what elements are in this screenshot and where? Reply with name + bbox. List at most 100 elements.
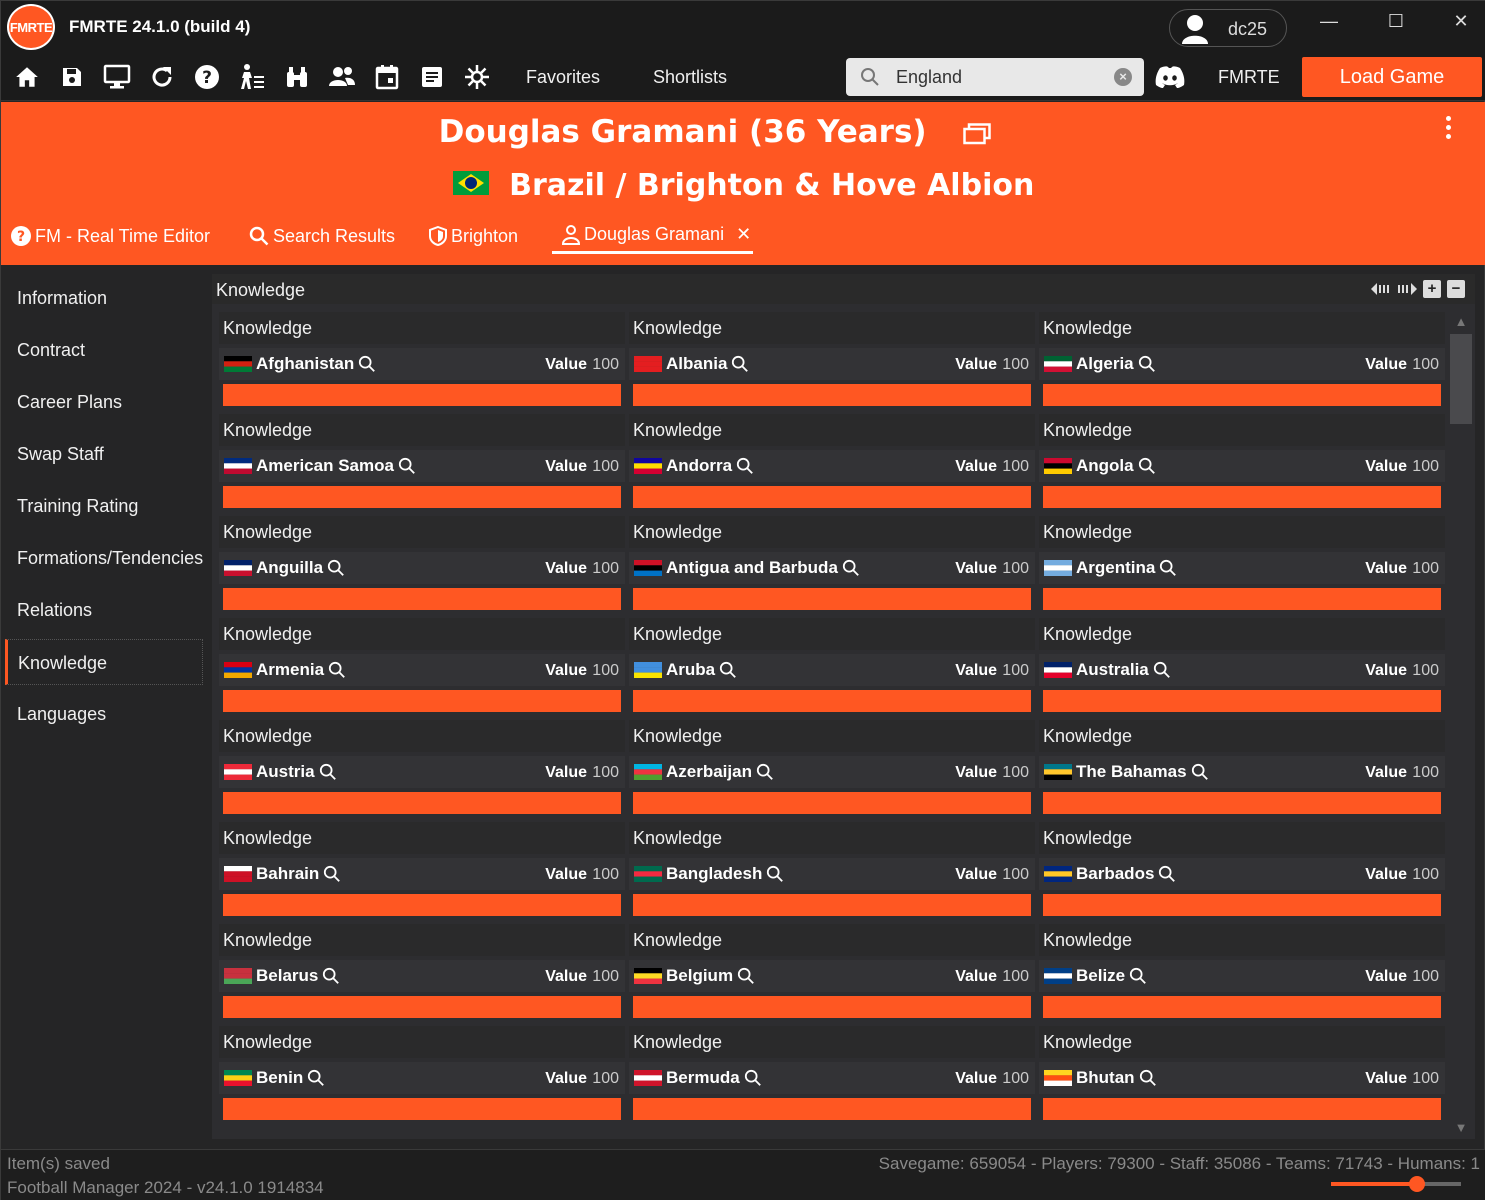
open-window-icon[interactable] bbox=[963, 122, 992, 145]
knowledge-bar[interactable] bbox=[633, 996, 1031, 1018]
sidebar-item-training-rating[interactable]: Training Rating bbox=[5, 483, 203, 529]
search-icon[interactable] bbox=[328, 661, 346, 679]
search-icon[interactable] bbox=[1159, 559, 1177, 577]
sidebar-item-contract[interactable]: Contract bbox=[5, 327, 203, 373]
tab-real-time-editor[interactable]: ? FM - Real Time Editor bbox=[11, 218, 210, 254]
search-icon[interactable] bbox=[744, 1069, 762, 1087]
monitor-icon[interactable] bbox=[103, 63, 131, 91]
search-icon[interactable] bbox=[319, 763, 337, 781]
knowledge-bar[interactable] bbox=[223, 792, 621, 814]
favorites-link[interactable]: Favorites bbox=[526, 67, 600, 88]
clear-search-icon[interactable]: × bbox=[1114, 68, 1132, 86]
help-icon[interactable]: ? bbox=[193, 63, 221, 91]
knowledge-bar[interactable] bbox=[1043, 690, 1441, 712]
knowledge-bar[interactable] bbox=[1043, 894, 1441, 916]
country-name[interactable]: Angola bbox=[1076, 456, 1156, 476]
knowledge-bar[interactable] bbox=[633, 792, 1031, 814]
notes-icon[interactable] bbox=[418, 63, 446, 91]
search-icon[interactable] bbox=[731, 355, 749, 373]
search-icon[interactable] bbox=[1139, 1069, 1157, 1087]
scroll-up-icon[interactable]: ▲ bbox=[1450, 312, 1472, 332]
country-name[interactable]: Bermuda bbox=[666, 1068, 762, 1088]
zoom-slider-knob[interactable] bbox=[1408, 1176, 1425, 1192]
tab-douglas-gramani[interactable]: Douglas Gramani ✕ bbox=[552, 218, 753, 254]
country-name[interactable]: Azerbaijan bbox=[666, 762, 774, 782]
fmrte-link[interactable]: FMRTE bbox=[1218, 67, 1280, 88]
sidebar-item-swap-staff[interactable]: Swap Staff bbox=[5, 431, 203, 477]
shortlists-link[interactable]: Shortlists bbox=[653, 67, 727, 88]
knowledge-bar[interactable] bbox=[223, 384, 621, 406]
country-name[interactable]: Afghanistan bbox=[256, 354, 376, 374]
binoculars-icon[interactable] bbox=[283, 63, 311, 91]
search-icon[interactable] bbox=[1191, 763, 1209, 781]
country-name[interactable]: Benin bbox=[256, 1068, 325, 1088]
search-icon[interactable] bbox=[736, 457, 754, 475]
calendar-icon[interactable] bbox=[373, 63, 401, 91]
country-name[interactable]: Armenia bbox=[256, 660, 346, 680]
search-icon[interactable] bbox=[398, 457, 416, 475]
knowledge-bar[interactable] bbox=[1043, 1098, 1441, 1120]
knowledge-bar[interactable] bbox=[1043, 996, 1441, 1018]
country-name[interactable]: American Samoa bbox=[256, 456, 416, 476]
sidebar-item-knowledge[interactable]: Knowledge bbox=[5, 639, 203, 685]
country-name[interactable]: Australia bbox=[1076, 660, 1171, 680]
search-icon[interactable] bbox=[1153, 661, 1171, 679]
knowledge-bar[interactable] bbox=[633, 690, 1031, 712]
knowledge-bar[interactable] bbox=[633, 588, 1031, 610]
expand-all-button[interactable]: + bbox=[1423, 280, 1441, 298]
search-icon[interactable] bbox=[737, 967, 755, 985]
search-icon[interactable] bbox=[719, 661, 737, 679]
save-icon[interactable] bbox=[58, 63, 86, 91]
search-icon[interactable] bbox=[756, 763, 774, 781]
knowledge-bar[interactable] bbox=[223, 894, 621, 916]
country-name[interactable]: Belgium bbox=[666, 966, 755, 986]
country-name[interactable]: Bhutan bbox=[1076, 1068, 1157, 1088]
knowledge-bar[interactable] bbox=[633, 894, 1031, 916]
minimize-button[interactable]: — bbox=[1309, 7, 1349, 37]
country-name[interactable]: Aruba bbox=[666, 660, 737, 680]
close-window-button[interactable]: ✕ bbox=[1441, 7, 1481, 37]
load-game-button[interactable]: Load Game bbox=[1302, 57, 1482, 97]
vertical-scrollbar[interactable]: ▲ ▼ bbox=[1447, 312, 1473, 1138]
user-account-button[interactable]: dc25 bbox=[1169, 9, 1287, 47]
country-name[interactable]: Barbados bbox=[1076, 864, 1176, 884]
knowledge-bar[interactable] bbox=[633, 1098, 1031, 1120]
scroll-thumb[interactable] bbox=[1450, 334, 1472, 424]
sidebar-item-languages[interactable]: Languages bbox=[5, 691, 203, 737]
search-input[interactable] bbox=[896, 65, 1106, 89]
search-icon[interactable] bbox=[327, 559, 345, 577]
sidebar-item-information[interactable]: Information bbox=[5, 275, 203, 321]
gear-icon[interactable] bbox=[463, 63, 491, 91]
knowledge-bar[interactable] bbox=[223, 588, 621, 610]
more-options-icon[interactable] bbox=[1441, 116, 1455, 146]
knowledge-bar[interactable] bbox=[223, 996, 621, 1018]
country-name[interactable]: Argentina bbox=[1076, 558, 1177, 578]
search-icon[interactable] bbox=[1138, 457, 1156, 475]
home-icon[interactable] bbox=[13, 63, 41, 91]
sidebar-item-formations-tendencies[interactable]: Formations/Tendencies bbox=[5, 535, 203, 581]
country-name[interactable]: Belarus bbox=[256, 966, 340, 986]
country-name[interactable]: Andorra bbox=[666, 456, 754, 476]
country-name[interactable]: The Bahamas bbox=[1076, 762, 1209, 782]
knowledge-bar[interactable] bbox=[633, 486, 1031, 508]
tab-search-results[interactable]: Search Results bbox=[249, 218, 395, 254]
search-icon[interactable] bbox=[1129, 967, 1147, 985]
knowledge-bar[interactable] bbox=[633, 384, 1031, 406]
tab-brighton[interactable]: Brighton bbox=[429, 218, 518, 254]
country-name[interactable]: Bangladesh bbox=[666, 864, 784, 884]
country-name[interactable]: Bahrain bbox=[256, 864, 341, 884]
search-icon[interactable] bbox=[766, 865, 784, 883]
country-name[interactable]: Algeria bbox=[1076, 354, 1156, 374]
knowledge-bar[interactable] bbox=[223, 690, 621, 712]
search-icon[interactable] bbox=[358, 355, 376, 373]
country-name[interactable]: Albania bbox=[666, 354, 749, 374]
country-name[interactable]: Belize bbox=[1076, 966, 1147, 986]
collapse-columns-icon[interactable] bbox=[1371, 282, 1391, 296]
country-name[interactable]: Antigua and Barbuda bbox=[666, 558, 860, 578]
search-icon[interactable] bbox=[1158, 865, 1176, 883]
search-icon[interactable] bbox=[307, 1069, 325, 1087]
knowledge-bar[interactable] bbox=[1043, 384, 1441, 406]
expand-columns-icon[interactable] bbox=[1397, 282, 1417, 296]
country-name[interactable]: Austria bbox=[256, 762, 337, 782]
search-icon[interactable] bbox=[323, 865, 341, 883]
